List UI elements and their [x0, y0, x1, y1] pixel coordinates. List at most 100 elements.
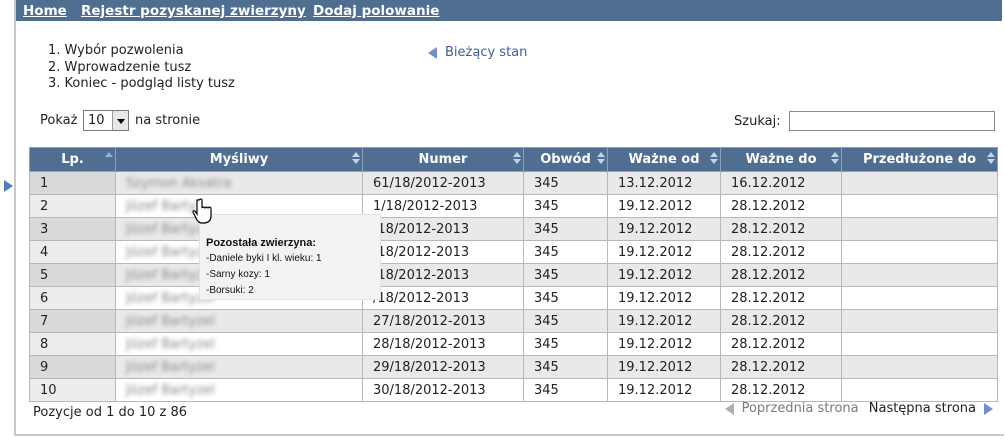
table-cell: 345 [523, 378, 608, 402]
length-suffix-label: na stronie [135, 113, 201, 128]
length-prefix-label: Pokaż [40, 113, 78, 128]
table-cell [841, 194, 998, 218]
table-row[interactable]: 5 Józef Bartyzel/18/2012-2013 345 19.12.201… [29, 263, 998, 287]
table-cell: 19.12.2012 [607, 263, 721, 287]
table-cell: 19.12.2012 [607, 286, 721, 310]
table-cell: 3 [29, 217, 116, 241]
table-cell: 345 [523, 355, 608, 379]
table-cell [841, 286, 998, 310]
table-cell: 4 [29, 240, 116, 264]
table-row[interactable]: 3 Józef Bartyzel/18/2012-2013 345 19.12.201… [29, 217, 998, 241]
wizard-step: 3. Koniec - podgląd listy tusz [48, 76, 235, 91]
table-cell: /18/2012-2013 [362, 217, 524, 241]
table-row[interactable]: 2 Józef Barty 1/18/2012-2013 345 19.12.2012 2… [29, 194, 998, 218]
table-cell: 345 [523, 286, 608, 310]
wizard-step: 2. Wprowadzenie tusz [48, 59, 192, 75]
table-cell: /18/2012-2013 [362, 263, 524, 287]
next-page-button[interactable]: Następna strona [869, 401, 993, 416]
table-row[interactable]: 4 Józef Bartyzel/18/2012-2013 345 19.12.201… [29, 240, 998, 264]
table-cell: 6 [29, 286, 116, 310]
table-header-row: Lp. Myśliwy Numer Obwód Ważne od Ważne d… [29, 147, 998, 172]
top-nav: Home Rejestr pozyskanej zwierzyny Dodaj … [16, 0, 1002, 21]
table-cell [841, 309, 998, 333]
pagination: Poprzednia strona Następna strona [724, 401, 993, 416]
permits-table: Lp. Myśliwy Numer Obwód Ważne od Ważne d… [29, 147, 998, 402]
sidebar-expand-arrow-icon[interactable] [4, 180, 13, 192]
current-state-label: Bieżący stan [445, 45, 528, 60]
table-cell [841, 263, 998, 287]
column-header-number[interactable]: Numer [362, 147, 524, 172]
table-row[interactable]: 6 Józef Bartyzel/18/2012-2013 345 19.12.201… [29, 286, 998, 310]
page-length-value: 10 [88, 113, 105, 128]
table-cell [841, 378, 998, 402]
table-cell: 10 [29, 378, 116, 402]
table-row[interactable]: 9 Józef Bartyzel 29/18/2012-2013 345 19.12.2… [29, 355, 998, 379]
table-cell: 28.12.2012 [720, 286, 842, 310]
arrow-right-icon [984, 402, 993, 415]
table-cell: 19.12.2012 [607, 378, 721, 402]
tooltip-line: -Daniele byki I kl. wieku: 1 [206, 253, 322, 264]
table-cell [841, 240, 998, 264]
table-cell: 345 [523, 217, 608, 241]
table-cell: 345 [523, 171, 608, 195]
column-header-hunter[interactable]: Myśliwy [115, 147, 363, 172]
column-header-lp[interactable]: Lp. [29, 147, 116, 172]
chevron-down-icon[interactable] [112, 111, 128, 130]
table-cell: /18/2012-2013 [362, 240, 524, 264]
prev-page-button[interactable]: Poprzednia strona [724, 401, 859, 416]
nav-home-link[interactable]: Home [23, 3, 67, 19]
table-cell: Józef Bartyzel [115, 309, 363, 333]
table-cell [841, 217, 998, 241]
table-cell: 345 [523, 332, 608, 356]
search-label: Szukaj: [734, 114, 781, 129]
table-row[interactable]: 10 Józef Bartyzel 30/18/2012-2013 345 19.12.… [29, 378, 998, 402]
remaining-game-tooltip: Pozostała zwierzyna: -Daniele byki I kl.… [199, 214, 381, 300]
table-cell: 345 [523, 240, 608, 264]
table-cell: 28.12.2012 [720, 194, 842, 218]
table-info: Pozycje od 1 do 10 z 86 [33, 405, 187, 420]
table-cell: 345 [523, 309, 608, 333]
table-cell: Józef Bartyzel [115, 332, 363, 356]
table-cell: 16.12.2012 [720, 171, 842, 195]
table-cell: 28.12.2012 [720, 355, 842, 379]
search-input[interactable] [789, 111, 995, 131]
table-row[interactable]: 8 Józef Bartyzel 28/18/2012-2013 345 19.12.2… [29, 332, 998, 356]
table-cell: 19.12.2012 [607, 217, 721, 241]
wizard-steps: 1. Wybór pozwolenia 2. Wprowadzenie tusz… [48, 43, 235, 93]
table-cell: 28/18/2012-2013 [362, 332, 524, 356]
table-cell: Szymon Aksatra [115, 171, 363, 195]
column-header-extended-to[interactable]: Przedłużone do [841, 147, 998, 172]
table-cell: 13.12.2012 [607, 171, 721, 195]
table-row[interactable]: 7 Józef Bartyzel 27/18/2012-2013 345 19.12.2… [29, 309, 998, 333]
table-cell: 30/18/2012-2013 [362, 378, 524, 402]
table-cell: 28.12.2012 [720, 378, 842, 402]
column-header-district[interactable]: Obwód [523, 147, 608, 172]
table-cell: 19.12.2012 [607, 332, 721, 356]
table-cell: 345 [523, 194, 608, 218]
table-cell: 19.12.2012 [607, 240, 721, 264]
table-cell: 1 [29, 171, 116, 195]
table-cell: 19.12.2012 [607, 194, 721, 218]
table-cell [841, 171, 998, 195]
tooltip-title: Pozostała zwierzyna: [206, 237, 317, 249]
table-cell: 29/18/2012-2013 [362, 355, 524, 379]
table-cell: 28.12.2012 [720, 332, 842, 356]
table-cell: 28.12.2012 [720, 217, 842, 241]
tooltip-line: -Borsuki: 2 [206, 285, 254, 296]
nav-add-hunt-link[interactable]: Dodaj polowanie [313, 3, 439, 19]
arrow-left-icon [724, 402, 734, 415]
table-row[interactable]: 1 Szymon Aksatra 61/18/2012-2013 345 13.12.2… [29, 171, 998, 195]
table-cell: 28.12.2012 [720, 263, 842, 287]
table-cell: 8 [29, 332, 116, 356]
table-cell: 7 [29, 309, 116, 333]
table-cell: 28.12.2012 [720, 309, 842, 333]
column-header-valid-to[interactable]: Ważne do [720, 147, 842, 172]
column-header-valid-from[interactable]: Ważne od [607, 147, 721, 172]
page-length-select[interactable]: 10 [83, 110, 129, 131]
table-cell: Józef Bartyzel [115, 355, 363, 379]
table-cell: 9 [29, 355, 116, 379]
wizard-step: 1. Wybór pozwolenia [48, 43, 184, 58]
nav-registry-link[interactable]: Rejestr pozyskanej zwierzyny [81, 3, 306, 19]
hand-cursor-icon [192, 198, 212, 224]
current-state-link[interactable]: Bieżący stan [428, 45, 527, 60]
